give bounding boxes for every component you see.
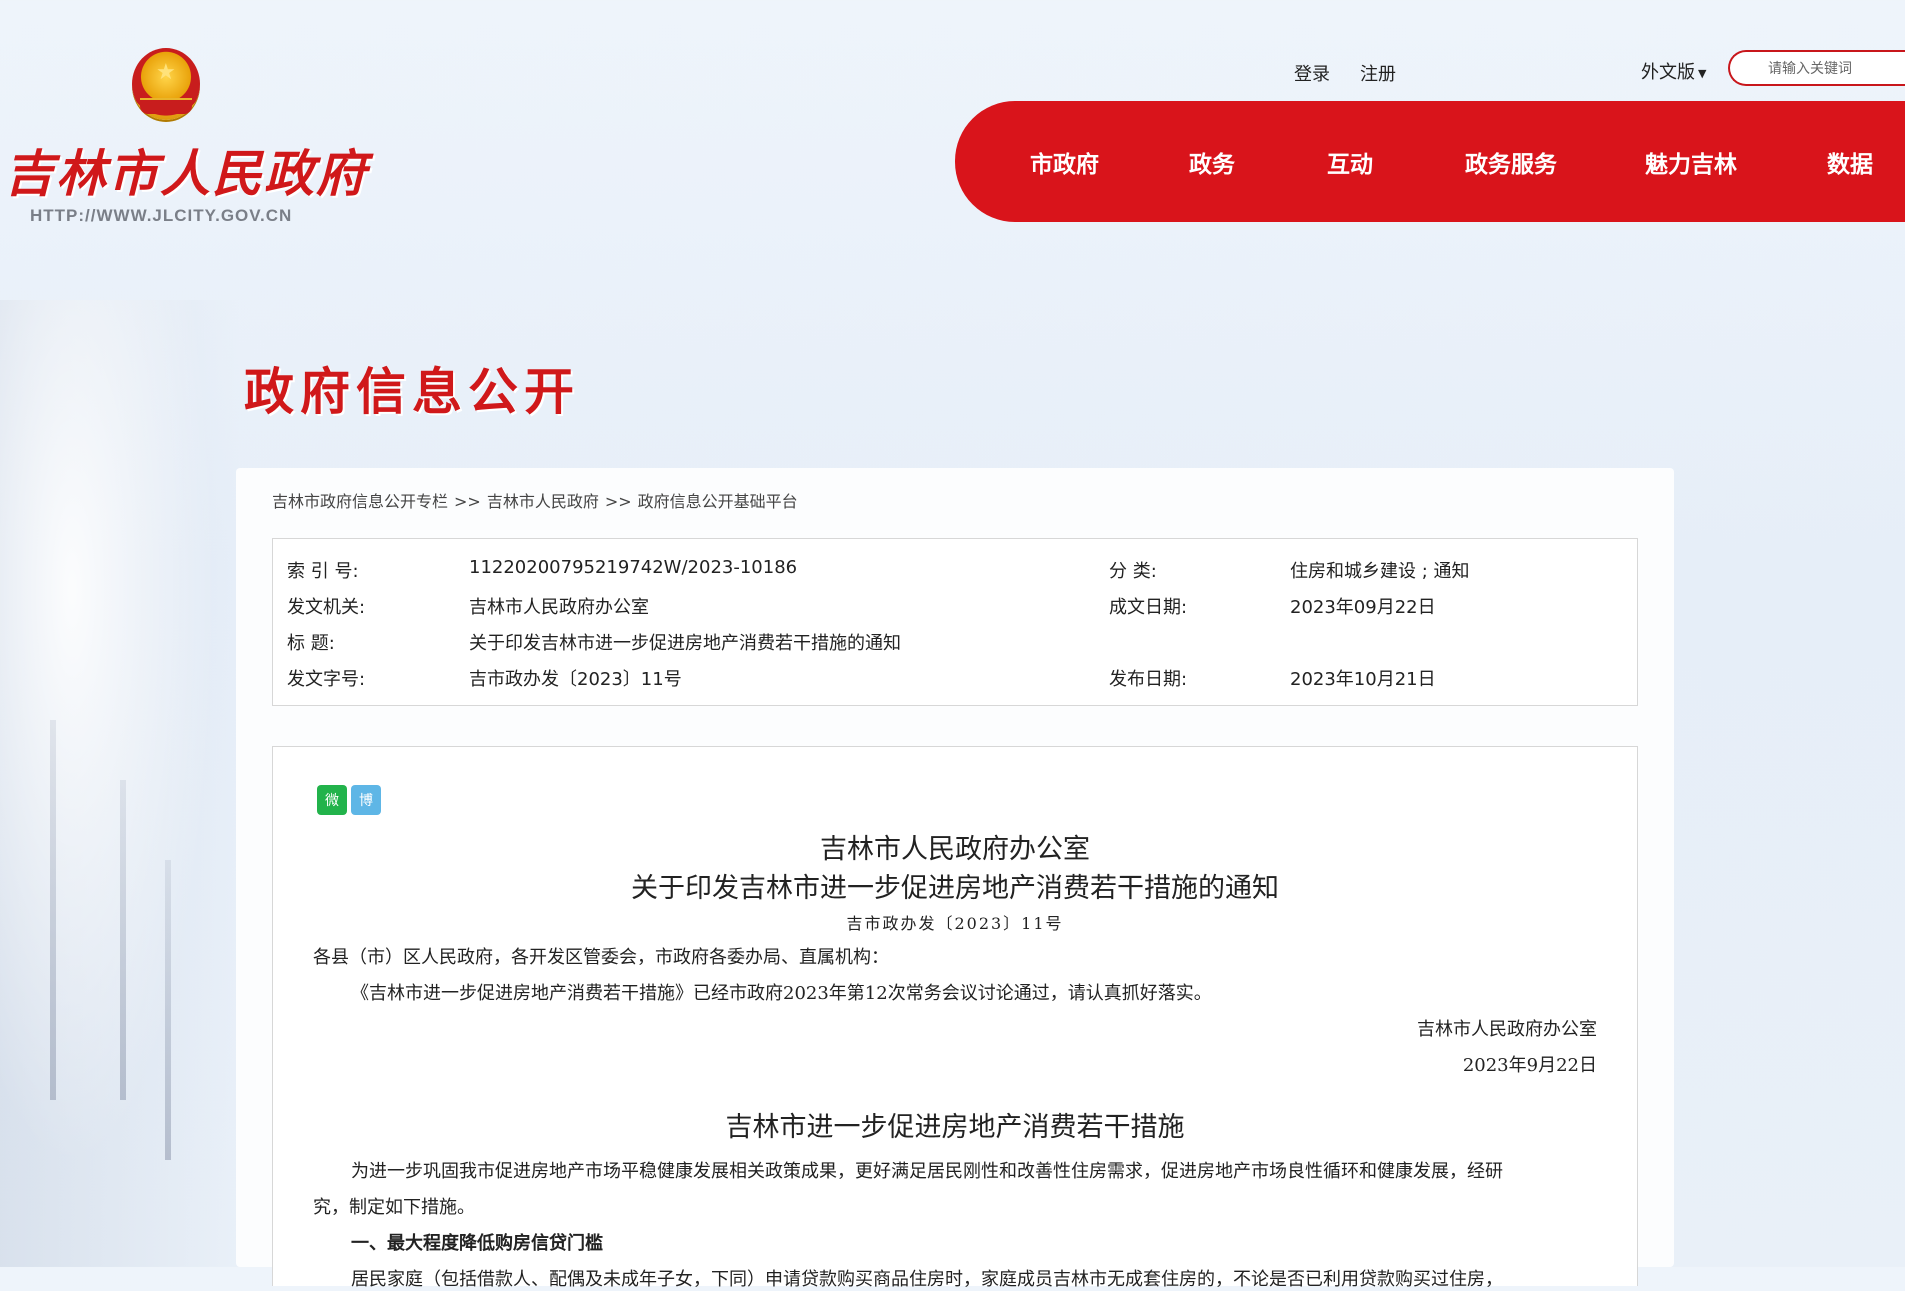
document-paragraph: 居民家庭（包括借款人、配偶及未成年子女，下同）申请贷款购买商品住房时，家庭成员吉… <box>351 1269 1503 1290</box>
meta-label-docno: 发文字号: <box>287 669 366 690</box>
meta-value-created: 2023年09月22日 <box>1290 597 1436 618</box>
breadcrumb: 吉林市政府信息公开专栏 >> 吉林市人民政府 >> 政府信息公开基础平台 <box>272 488 798 512</box>
search-box <box>1728 50 1905 86</box>
breadcrumb-separator: >> <box>604 492 632 511</box>
meta-value-published: 2023年10月21日 <box>1290 669 1436 690</box>
site-name: 吉林市人民政府 <box>4 144 368 203</box>
content-panel: 吉林市政府信息公开专栏 >> 吉林市人民政府 >> 政府信息公开基础平台 索 引 号: … <box>236 468 1674 1290</box>
document-date: 2023年9月22日 <box>1462 1055 1597 1076</box>
nav-item-government-affairs[interactable]: 政务 <box>1189 145 1235 179</box>
document-meta-table: 索 引 号: 11220200795219742W/2023-10186 分 类… <box>272 538 1638 706</box>
meta-label-category: 分 类: <box>1109 561 1157 582</box>
breadcrumb-item[interactable]: 政府信息公开基础平台 <box>638 492 798 511</box>
meta-value-docno: 吉市政办发〔2023〕11号 <box>469 669 682 690</box>
document-paragraph: 究，制定如下措施。 <box>313 1197 475 1218</box>
document-number: 吉市政办发〔2023〕11号 <box>846 914 1064 933</box>
document-paragraph: 《吉林市进一步促进房地产消费若干措施》已经市政府2023年第12次常务会议讨论通… <box>351 983 1212 1004</box>
document-paragraph: 为进一步巩固我市促进房地产市场平稳健康发展相关政策成果，更好满足居民刚性和改善性… <box>351 1161 1503 1182</box>
meta-label-issuer: 发文机关: <box>287 597 366 618</box>
document-heading: 一、最大程度降低购房信贷门槛 <box>351 1233 603 1254</box>
meta-value-category: 住房和城乡建设 ; 通知 <box>1290 561 1470 582</box>
section-title: 政府信息公开 <box>244 363 580 421</box>
emblem-base <box>140 98 192 114</box>
nav-item-government-services[interactable]: 政务服务 <box>1465 145 1557 179</box>
language-label: 外文版 <box>1641 62 1695 83</box>
meta-value-index: 11220200795219742W/2023-10186 <box>469 557 798 578</box>
national-emblem-icon: ★ <box>132 48 200 120</box>
meta-value-issuer: 吉林市人民政府办公室 <box>469 597 649 618</box>
nav-item-data[interactable]: 数据 <box>1827 145 1873 179</box>
caret-down-icon: ▼ <box>1698 66 1707 80</box>
language-select[interactable]: 外文版 ▼ <box>1641 58 1706 84</box>
site-url: HTTP://WWW.JLCITY.GOV.CN <box>30 206 293 225</box>
breadcrumb-item[interactable]: 吉林市政府信息公开专栏 <box>272 492 448 511</box>
meta-label-published: 发布日期: <box>1109 669 1188 690</box>
register-link[interactable]: 注册 <box>1360 60 1396 86</box>
document-title-line1: 吉林市人民政府办公室 <box>820 834 1090 865</box>
tree-trunk <box>50 720 56 1100</box>
document-body: 微 博 吉林市人民政府办公室 关于印发吉林市进一步促进房地产消费若干措施的通知 … <box>272 746 1638 1290</box>
share-buttons: 微 博 <box>317 785 381 815</box>
document-salutation: 各县（市）区人民政府，各开发区管委会，市政府各委办局、直属机构： <box>313 947 889 968</box>
document-title-line2: 关于印发吉林市进一步促进房地产消费若干措施的通知 <box>631 873 1279 904</box>
meta-label-index: 索 引 号: <box>287 561 359 582</box>
document-signature: 吉林市人民政府办公室 <box>1417 1019 1597 1040</box>
weibo-share-icon[interactable]: 博 <box>351 785 381 815</box>
nav-item-city-government[interactable]: 市政府 <box>1030 145 1099 179</box>
account-links: 登录 注册 <box>1294 60 1396 86</box>
document-subtitle: 吉林市进一步促进房地产消费若干措施 <box>725 1112 1185 1143</box>
star-icon: ★ <box>156 60 176 85</box>
wechat-share-icon[interactable]: 微 <box>317 785 347 815</box>
meta-value-title: 关于印发吉林市进一步促进房地产消费若干措施的通知 <box>469 633 901 654</box>
breadcrumb-separator: >> <box>454 492 481 511</box>
breadcrumb-item[interactable]: 吉林市人民政府 <box>487 492 599 511</box>
meta-label-title: 标 题: <box>287 633 335 654</box>
nav-item-charm-jilin[interactable]: 魅力吉林 <box>1645 145 1737 179</box>
tree-trunk <box>165 860 171 1160</box>
search-input[interactable] <box>1730 52 1905 86</box>
main-nav: 市政府 政务 互动 政务服务 魅力吉林 数据 <box>955 101 1905 222</box>
meta-label-created: 成文日期: <box>1109 597 1188 618</box>
login-link[interactable]: 登录 <box>1294 60 1330 86</box>
site-logo[interactable]: ★ 吉林市人民政府 HTTP://WWW.JLCITY.GOV.CN <box>0 48 366 238</box>
nav-item-interaction[interactable]: 互动 <box>1327 145 1373 179</box>
background-winter-trees <box>0 300 240 1267</box>
tree-trunk <box>120 780 126 1100</box>
